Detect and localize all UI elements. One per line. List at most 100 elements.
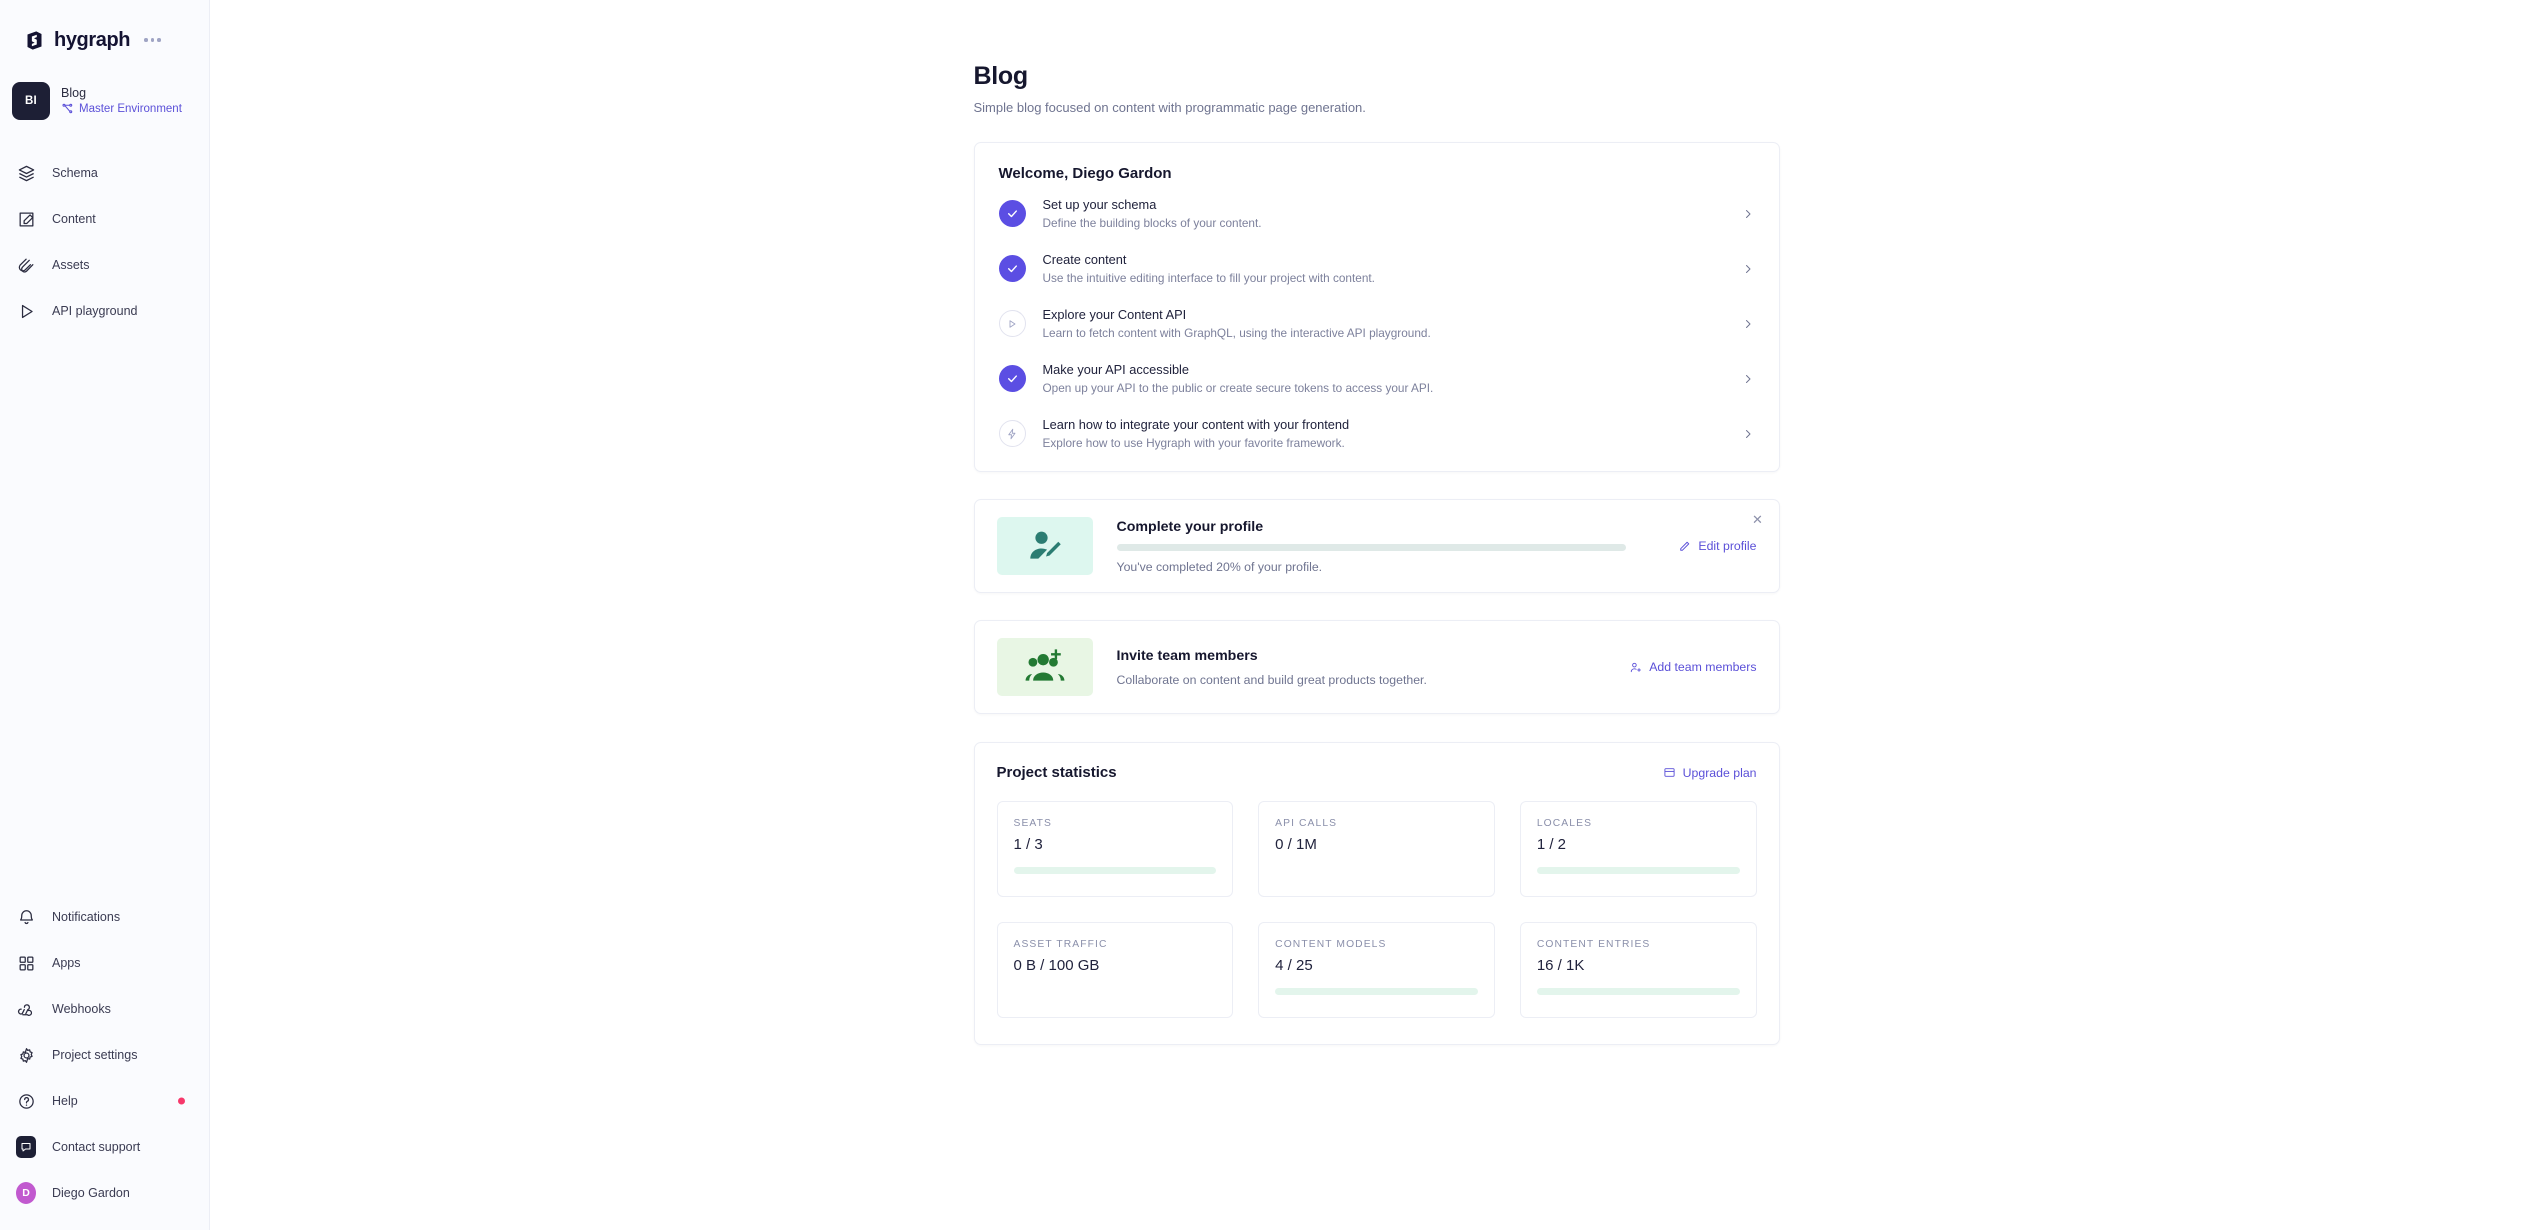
sidebar-item-contact-support[interactable]: Contact support xyxy=(0,1124,209,1170)
checklist-item-explore-your-content-api[interactable]: Explore your Content API Learn to fetch … xyxy=(975,296,1779,351)
stat-progress-bar xyxy=(1536,867,1740,874)
stat-card-content-entries: CONTENT ENTRIES 16 / 1K xyxy=(1519,922,1757,1018)
chevron-right-icon xyxy=(1741,263,1755,275)
sidebar-item-label: API playground xyxy=(52,304,138,318)
sidebar-item-apps[interactable]: Apps xyxy=(0,940,209,986)
project-statistics-card: Project statistics Upgrade plan SEATS 1 … xyxy=(973,742,1780,1045)
grid-icon xyxy=(16,953,36,973)
stat-progress-bar xyxy=(1275,988,1478,995)
sidebar-item-notifications[interactable]: Notifications xyxy=(0,894,209,940)
sidebar-item-project-settings[interactable]: Project settings xyxy=(0,1032,209,1078)
page-subtitle: Simple blog focused on content with prog… xyxy=(973,100,1366,115)
checklist-item-description: Learn to fetch content with GraphQL, usi… xyxy=(1042,326,1431,340)
upgrade-plan-button[interactable]: Upgrade plan xyxy=(1663,766,1757,780)
chevron-right-icon xyxy=(1741,428,1755,440)
sidebar-item-user-account[interactable]: D Diego Gardon xyxy=(0,1170,209,1216)
stat-progress-bar xyxy=(1013,867,1217,874)
project-switcher[interactable]: BI Blog Master Environment xyxy=(0,78,209,124)
checklist-item-title: Explore your Content API xyxy=(1042,307,1187,322)
profile-progress-bar xyxy=(1116,543,1626,551)
sidebar-item-label: Contact support xyxy=(52,1140,141,1154)
check-icon xyxy=(998,200,1026,227)
stat-label: CONTENT MODELS xyxy=(1275,939,1387,950)
sidebar-item-label: Webhooks xyxy=(52,1002,111,1016)
invite-team-card: Invite team members Collaborate on conte… xyxy=(973,620,1780,714)
sidebar-item-label: Notifications xyxy=(52,910,121,924)
stat-label: CONTENT ENTRIES xyxy=(1536,939,1651,950)
stat-label: ASSET TRAFFIC xyxy=(1013,939,1108,950)
avatar-initial: D xyxy=(16,1182,36,1204)
checklist-item-title: Learn how to integrate your content with… xyxy=(1042,417,1350,432)
checklist-item-title: Set up your schema xyxy=(1042,197,1157,212)
stat-label: API CALLS xyxy=(1275,818,1338,829)
edit-profile-button[interactable]: Edit profile xyxy=(1678,539,1757,553)
play-icon xyxy=(998,310,1026,337)
sidebar-item-label: Apps xyxy=(52,956,81,970)
stat-value: 1 / 3 xyxy=(1013,836,1043,853)
environment-row[interactable]: Master Environment xyxy=(61,102,182,115)
checklist-item-title: Create content xyxy=(1042,252,1127,267)
checklist-item-create-content[interactable]: Create content Use the intuitive editing… xyxy=(975,241,1779,296)
stat-value: 4 / 25 xyxy=(1275,957,1313,974)
overflow-menu-icon[interactable] xyxy=(144,38,161,42)
project-initials-tile: BI xyxy=(12,82,50,120)
checklist-item-make-your-api-accessible[interactable]: Make your API accessible Open up your AP… xyxy=(975,351,1779,406)
sidebar-item-assets[interactable]: Assets xyxy=(0,242,209,288)
play-icon xyxy=(16,301,36,321)
stat-progress-bar xyxy=(1536,988,1740,995)
bolt-icon xyxy=(998,420,1026,447)
page-title: Blog xyxy=(973,62,1029,90)
sidebar-item-schema[interactable]: Schema xyxy=(0,150,209,196)
sidebar-item-content[interactable]: Content xyxy=(0,196,209,242)
stat-card-seats: SEATS 1 / 3 xyxy=(996,801,1234,897)
statistics-grid: SEATS 1 / 3 API CALLS 0 / 1M LOCALES 1 /… xyxy=(996,801,1757,1018)
gear-icon xyxy=(16,1045,36,1065)
branch-icon xyxy=(62,104,73,114)
profile-progress-text: You've completed 20% of your profile. xyxy=(1116,559,1323,574)
hygraph-logo-icon xyxy=(27,30,42,50)
onboarding-checklist-card: Welcome, Diego Gardon Set up your schema… xyxy=(973,142,1780,472)
secondary-nav: Notifications Apps Webhooks Project sett… xyxy=(0,894,209,1230)
welcome-heading: Welcome, Diego Gardon xyxy=(998,165,1172,182)
stat-value: 1 / 2 xyxy=(1536,836,1567,853)
checklist-item-title: Make your API accessible xyxy=(1042,362,1190,377)
checklist-item-learn-how-to-integrate[interactable]: Learn how to integrate your content with… xyxy=(975,406,1779,461)
invite-card-description: Collaborate on content and build great p… xyxy=(1116,672,1427,687)
edit-profile-label: Edit profile xyxy=(1698,539,1757,553)
sidebar-item-api-playground[interactable]: API playground xyxy=(0,288,209,334)
check-icon xyxy=(998,255,1026,282)
environment-name: Master Environment xyxy=(79,102,182,115)
chevron-right-icon xyxy=(1741,318,1755,330)
checklist-item-description: Use the intuitive editing interface to f… xyxy=(1042,271,1375,285)
checklist-item-description: Define the building blocks of your conte… xyxy=(1042,216,1262,230)
sidebar-item-label: Schema xyxy=(52,166,98,180)
chat-icon xyxy=(16,1136,36,1158)
primary-nav: Schema Content Assets API playground xyxy=(0,150,209,334)
brand-name: hygraph xyxy=(54,28,131,51)
sidebar-item-webhooks[interactable]: Webhooks xyxy=(0,986,209,1032)
person-edit-icon xyxy=(996,517,1093,575)
stat-progress-bar xyxy=(1275,886,1478,893)
brand-logo[interactable]: hygraph xyxy=(0,0,209,56)
checklist-item-set-up-your-schema[interactable]: Set up your schema Define the building b… xyxy=(975,186,1779,241)
paperclip-icon xyxy=(16,255,36,275)
sidebar-item-help[interactable]: Help xyxy=(0,1078,209,1124)
main-content: Blog Simple blog focused on content with… xyxy=(210,0,2543,1230)
edit-square-icon xyxy=(16,209,36,229)
help-circle-icon xyxy=(16,1091,36,1111)
avatar: D xyxy=(16,1182,36,1204)
checklist-item-description: Open up your API to the public or create… xyxy=(1042,381,1434,395)
close-icon[interactable]: ✕ xyxy=(1749,510,1767,528)
add-team-members-button[interactable]: Add team members xyxy=(1629,660,1757,674)
chevron-right-icon xyxy=(1741,373,1755,385)
profile-card-title: Complete your profile xyxy=(1116,518,1264,535)
chevron-right-icon xyxy=(1741,208,1755,220)
pencil-icon xyxy=(1680,541,1690,551)
card-icon xyxy=(1664,768,1675,777)
help-notification-dot xyxy=(178,1097,185,1105)
stat-label: SEATS xyxy=(1013,818,1052,829)
bell-icon xyxy=(16,907,36,927)
sidebar-item-label: Project settings xyxy=(52,1048,138,1062)
people-add-icon xyxy=(996,638,1093,696)
project-name: Blog xyxy=(61,85,87,100)
